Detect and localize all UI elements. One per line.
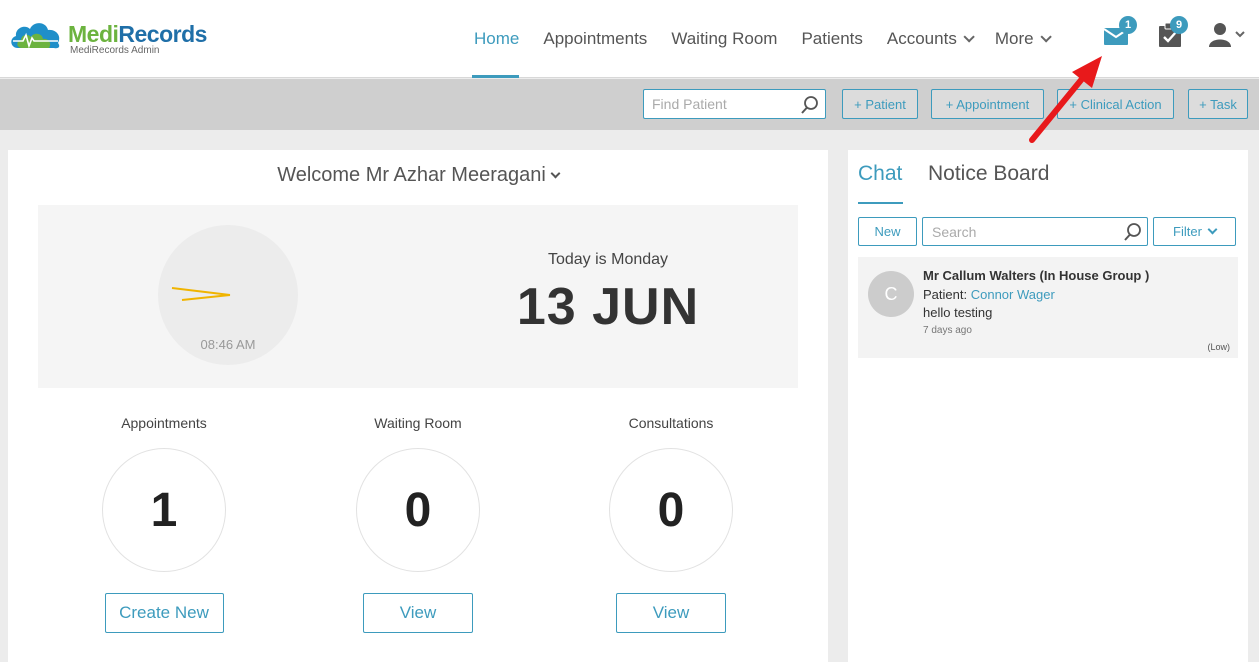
- today-label: Today is Monday: [547, 251, 669, 268]
- chat-search-field: [922, 217, 1148, 246]
- chat-search-input[interactable]: [923, 218, 1113, 245]
- filter-label: Filter: [1173, 224, 1202, 239]
- create-new-appointment-button[interactable]: Create New: [104, 593, 224, 633]
- brand-name-part2: Records: [118, 21, 207, 47]
- add-task-button[interactable]: + Task: [1188, 89, 1248, 119]
- active-tab-indicator: [858, 202, 903, 204]
- dashboard-panel: Welcome Mr Azhar Meeragani 08:46 AM Toda…: [8, 150, 828, 662]
- nav-appointments-label: Appointments: [543, 29, 648, 48]
- tab-chat[interactable]: Chat: [858, 162, 902, 186]
- filter-button[interactable]: Filter: [1153, 217, 1236, 246]
- analog-clock: 08:46 AM: [158, 225, 298, 365]
- brand-name-part1: Medi: [68, 21, 119, 47]
- main-nav: Home Appointments Waiting Room Patients …: [462, 0, 1060, 78]
- brand-name: MediRecords: [68, 22, 207, 46]
- find-patient-input[interactable]: [644, 90, 794, 118]
- stat-consultations: Consultations 0 View: [571, 415, 771, 633]
- clock-time: 08:46 AM: [200, 337, 256, 352]
- search-icon[interactable]: [1123, 222, 1143, 242]
- chevron-down-icon: [550, 168, 561, 179]
- nav-accounts[interactable]: Accounts: [875, 0, 983, 78]
- stat-value: 1: [102, 448, 226, 572]
- medirecords-logo[interactable]: MediRecords MediRecords Admin: [8, 18, 207, 60]
- nav-patients-label: Patients: [801, 29, 863, 48]
- stat-value: 0: [609, 448, 733, 572]
- tab-notice-board[interactable]: Notice Board: [928, 162, 1049, 186]
- nav-waiting-room[interactable]: Waiting Room: [659, 0, 789, 78]
- stat-label: Appointments: [121, 415, 207, 431]
- nav-accounts-label: Accounts: [886, 29, 957, 48]
- nav-home-label: Home: [474, 29, 520, 48]
- user-menu-button[interactable]: [1208, 22, 1248, 53]
- message-patient: Patient: Connor Wager: [923, 287, 1055, 302]
- search-icon[interactable]: [800, 95, 820, 115]
- nav-patients[interactable]: Patients: [789, 0, 874, 78]
- date-time-card: 08:46 AM Today is Monday 13 JUN: [38, 205, 798, 388]
- welcome-text: Welcome Mr Azhar Meeragani: [277, 164, 546, 186]
- message-text: hello testing: [923, 305, 993, 320]
- stat-value: 0: [356, 448, 480, 572]
- nav-more-label: More: [994, 29, 1034, 48]
- today-date: 13 JUN: [516, 278, 700, 336]
- stat-appointments: Appointments 1 Create New: [64, 415, 264, 633]
- welcome-heading[interactable]: Welcome Mr Azhar Meeragani: [8, 164, 828, 187]
- message-sender: Mr Callum Walters (In House Group ): [923, 268, 1150, 283]
- stat-label: Consultations: [628, 415, 714, 431]
- nav-waiting-room-label: Waiting Room: [671, 29, 778, 48]
- stat-label: Waiting Room: [374, 415, 462, 431]
- chevron-down-icon: [963, 31, 975, 43]
- cloud-logo-icon: [11, 23, 60, 49]
- patient-label: Patient:: [923, 287, 968, 302]
- add-patient-button[interactable]: + Patient: [842, 89, 918, 119]
- stat-waiting-room: Waiting Room 0 View: [318, 415, 518, 633]
- messages-button[interactable]: 1: [1103, 16, 1137, 51]
- patient-link[interactable]: Connor Wager: [971, 287, 1055, 302]
- message-priority: (Low): [1207, 342, 1230, 352]
- find-patient-field: [643, 89, 826, 119]
- chat-panel: Chat Notice Board New Filter C Mr Callum…: [848, 150, 1248, 662]
- view-waiting-room-button[interactable]: View: [363, 593, 473, 633]
- user-icon: [1209, 23, 1245, 47]
- chevron-down-icon: [1040, 31, 1052, 43]
- message-time: 7 days ago: [923, 325, 972, 336]
- messages-badge: 1: [1119, 16, 1137, 34]
- brand-subtitle: MediRecords Admin: [70, 45, 160, 56]
- avatar: C: [868, 271, 914, 317]
- view-consultations-button[interactable]: View: [616, 593, 726, 633]
- annotation-arrow-icon: [1029, 56, 1102, 143]
- chevron-down-icon: [1207, 224, 1218, 235]
- tasks-badge: 9: [1170, 16, 1188, 34]
- nav-appointments[interactable]: Appointments: [531, 0, 659, 78]
- tasks-button[interactable]: 9: [1158, 16, 1188, 53]
- nav-home[interactable]: Home: [462, 0, 531, 78]
- new-chat-button[interactable]: New: [858, 217, 917, 246]
- chat-message-item[interactable]: C Mr Callum Walters (In House Group ) Pa…: [858, 257, 1238, 358]
